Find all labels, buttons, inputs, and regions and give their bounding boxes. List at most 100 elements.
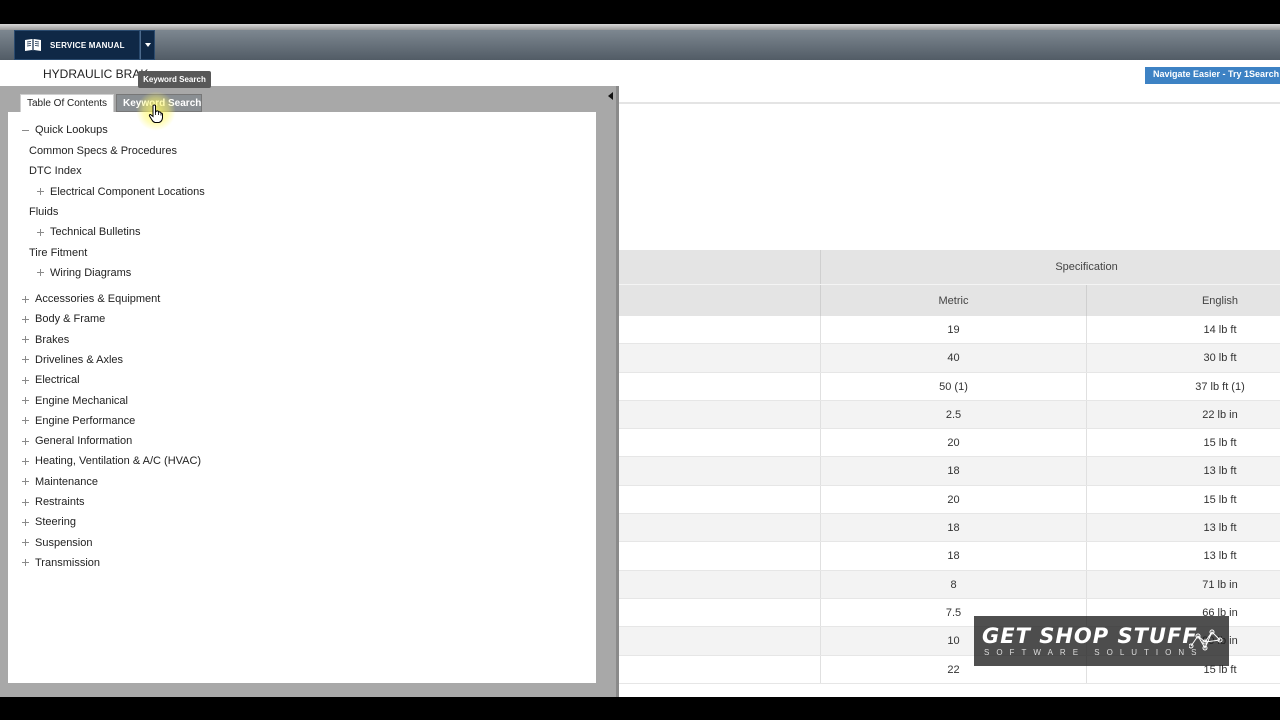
caret-down-icon — [144, 43, 151, 47]
header-english: English — [1201, 295, 1239, 307]
table-row: 20 15 lb ft — [612, 429, 1280, 458]
toc-category[interactable]: Restraints — [21, 496, 85, 508]
toc-category[interactable]: Steering — [21, 516, 76, 528]
cell-metric: 2.5 — [821, 400, 1087, 429]
toc-subitem[interactable]: DTC Index — [29, 165, 82, 177]
toc-subitem[interactable]: Common Specs & Procedures — [29, 145, 177, 157]
navigate-easier-button[interactable]: Navigate Easier - Try 1Search F — [1145, 67, 1280, 84]
network-graph-icon — [1189, 629, 1223, 651]
expand-icon[interactable] — [21, 558, 30, 567]
toc-category[interactable]: Transmission — [21, 557, 100, 569]
cell-description — [612, 514, 821, 542]
app-toolbar — [0, 30, 1280, 60]
toc-label: Engine Performance — [35, 414, 136, 427]
toc-tree: Quick Lookups Common Specs & Procedures DT… — [8, 112, 596, 683]
toc-label: Tire Fitment — [29, 246, 88, 259]
table-row: 2.5 22 lb in — [612, 400, 1280, 430]
expand-icon[interactable] — [36, 187, 45, 196]
expand-icon[interactable] — [21, 355, 30, 364]
expand-icon[interactable] — [21, 457, 30, 466]
toc-category[interactable]: Heating, Ventilation & A/C (HVAC) — [21, 455, 201, 467]
table-header-blank-2 — [612, 285, 821, 316]
toc-category[interactable]: General Information — [21, 435, 132, 447]
cell-description — [612, 372, 821, 400]
service-manual-label: SERVICE MANUAL — [50, 40, 125, 50]
toc-label: Heating, Ventilation & A/C (HVAC) — [35, 455, 202, 468]
toc-label: Engine Mechanical — [35, 394, 128, 407]
expand-icon[interactable] — [21, 437, 30, 446]
expand-icon[interactable] — [21, 376, 30, 385]
toc-label: DTC Index — [29, 165, 82, 178]
collapse-icon[interactable] — [21, 126, 30, 135]
toc-label: Wiring Diagrams — [50, 266, 132, 279]
expand-icon[interactable] — [36, 228, 45, 237]
cell-english: 13 lb ft — [1203, 522, 1237, 535]
toc-category[interactable]: Maintenance — [21, 476, 98, 488]
service-manual-dropdown[interactable] — [140, 30, 155, 60]
expand-icon[interactable] — [21, 396, 30, 405]
cell-english: 37 lb ft (1) — [1195, 380, 1245, 393]
expand-icon[interactable] — [21, 295, 30, 304]
cell-metric: 19 — [821, 316, 1087, 344]
toc-label: Maintenance — [35, 475, 98, 488]
cell-english: 22 lb in — [1202, 408, 1238, 421]
toc-label: Common Specs & Procedures — [29, 145, 177, 157]
cell-metric: 18 — [821, 514, 1087, 542]
cell-metric: 8 — [821, 570, 1087, 598]
toc-category[interactable]: Engine Performance — [21, 415, 135, 427]
table-row: 19 14 lb ft — [612, 316, 1280, 345]
table-row: 8 71 lb in — [612, 570, 1280, 599]
table-row: 18 13 lb ft — [612, 542, 1280, 571]
toc-category[interactable]: Brakes — [21, 334, 69, 346]
toc-label: Drivelines & Axles — [35, 353, 124, 366]
toc-panel: Table Of Contents Keyword Search Quick L… — [0, 86, 619, 697]
tab-table-of-contents[interactable]: Table Of Contents — [20, 94, 115, 112]
cell-description — [612, 344, 821, 372]
toc-label: Electrical Component Locations — [50, 185, 205, 198]
toc-category[interactable]: Suspension — [21, 537, 93, 549]
hand-cursor-icon — [148, 104, 163, 123]
cell-description — [612, 627, 821, 655]
table-row: 40 30 lb ft — [612, 344, 1280, 373]
toc-label: Technical Bulletins — [50, 226, 141, 239]
toc-subitem[interactable]: Tire Fitment — [29, 247, 87, 259]
watermark-logo: GET SHOP STUFF — [982, 624, 1198, 648]
toc-category[interactable]: Engine Mechanical — [21, 395, 128, 407]
table-header-group: Specification — [612, 250, 1280, 284]
toc-category[interactable]: Drivelines & Axles — [21, 354, 123, 366]
expand-icon[interactable] — [21, 335, 30, 344]
toc-category[interactable]: Accessories & Equipment — [21, 293, 160, 305]
table-row: 20 15 lb ft — [612, 485, 1280, 515]
cell-metric: 20 — [821, 429, 1087, 457]
toc-label: Quick Lookups — [35, 124, 108, 136]
keyword-search-tooltip: Keyword Search — [138, 71, 211, 88]
expand-icon[interactable] — [21, 416, 30, 425]
toc-label: General Information — [35, 435, 133, 448]
toc-subitem[interactable]: Technical Bulletins — [36, 226, 141, 238]
toc-category[interactable]: Electrical — [21, 374, 80, 386]
table-row: 50 (1) 37 lb ft (1) — [612, 372, 1280, 401]
table-row: 18 13 lb ft — [612, 514, 1280, 543]
toc-subitem[interactable]: Wiring Diagrams — [36, 267, 131, 279]
cell-description — [612, 485, 821, 514]
service-manual-button[interactable]: SERVICE MANUAL — [14, 30, 140, 60]
expand-icon[interactable] — [21, 498, 30, 507]
cell-metric: 18 — [821, 457, 1087, 485]
expand-icon[interactable] — [21, 315, 30, 324]
expand-icon[interactable] — [21, 538, 30, 547]
toc-subitem[interactable]: Electrical Component Locations — [36, 186, 205, 198]
expand-icon[interactable] — [21, 477, 30, 486]
watermark-subtitle: SOFTWARE SOLUTIONS — [984, 648, 1204, 657]
collapse-panel-icon[interactable] — [608, 92, 613, 100]
toc-item-quick-lookups[interactable]: Quick Lookups — [21, 124, 108, 136]
toc-label: Steering — [35, 516, 76, 529]
cell-description — [612, 598, 821, 627]
expand-icon[interactable] — [36, 268, 45, 277]
book-icon — [25, 39, 41, 51]
screen: SERVICE MANUAL HYDRAULIC BRAK Navigate E… — [0, 0, 1280, 720]
cell-english: 14 lb ft — [1203, 324, 1237, 336]
expand-icon[interactable] — [21, 518, 30, 527]
toc-subitem[interactable]: Fluids — [29, 206, 58, 218]
toc-category[interactable]: Body & Frame — [21, 313, 105, 325]
cell-metric: 50 (1) — [821, 372, 1087, 400]
